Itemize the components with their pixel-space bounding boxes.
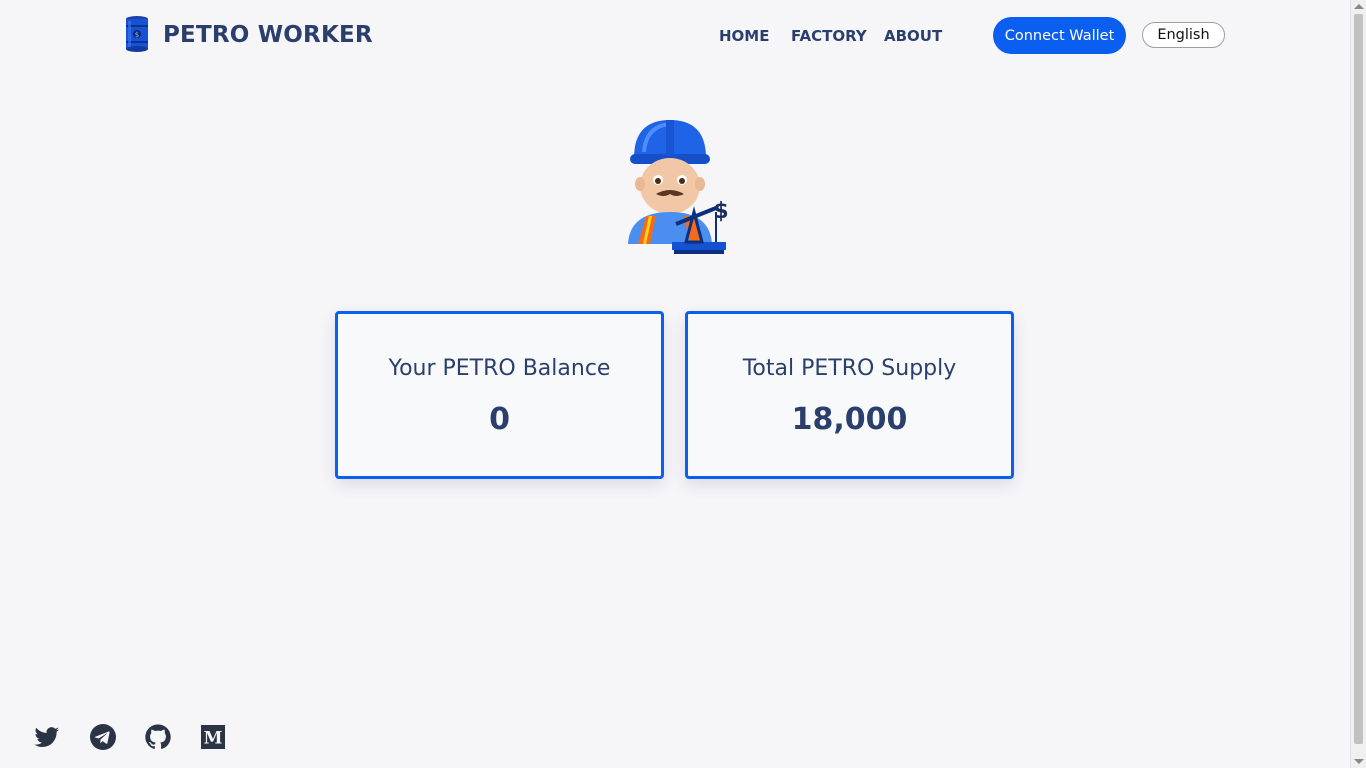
balance-value: 0 <box>489 402 510 437</box>
github-icon[interactable] <box>144 723 172 751</box>
twitter-icon[interactable] <box>33 723 61 751</box>
brand-title[interactable]: PETRO WORKER <box>163 22 373 48</box>
medium-icon[interactable]: M <box>199 723 227 751</box>
nav-about[interactable]: ABOUT <box>884 27 942 45</box>
vertical-scrollbar[interactable] <box>1350 0 1366 768</box>
svg-text:$: $ <box>135 31 139 39</box>
nav-factory[interactable]: FACTORY <box>791 27 867 45</box>
svg-text:$: $ <box>713 199 728 224</box>
supply-value: 18,000 <box>791 402 908 437</box>
balance-card: Your PETRO Balance 0 <box>335 311 664 479</box>
supply-title: Total PETRO Supply <box>742 356 957 381</box>
scroll-thumb[interactable] <box>1354 14 1363 744</box>
header: $ PETRO WORKER HOME FACTORY ABOUT Connec… <box>0 0 1350 72</box>
svg-text:M: M <box>204 729 223 749</box>
oil-barrel-icon[interactable]: $ <box>124 15 150 53</box>
nav-home[interactable]: HOME <box>719 27 769 45</box>
language-selector[interactable]: English <box>1142 22 1225 48</box>
balance-title: Your PETRO Balance <box>388 356 611 381</box>
scroll-up-arrow-icon[interactable] <box>1354 4 1364 9</box>
connect-wallet-button[interactable]: Connect Wallet <box>993 17 1126 54</box>
telegram-icon[interactable] <box>89 723 117 751</box>
supply-card: Total PETRO Supply 18,000 <box>685 311 1014 479</box>
oil-worker-icon: $ <box>628 120 729 254</box>
scroll-down-arrow-icon[interactable] <box>1354 759 1364 764</box>
